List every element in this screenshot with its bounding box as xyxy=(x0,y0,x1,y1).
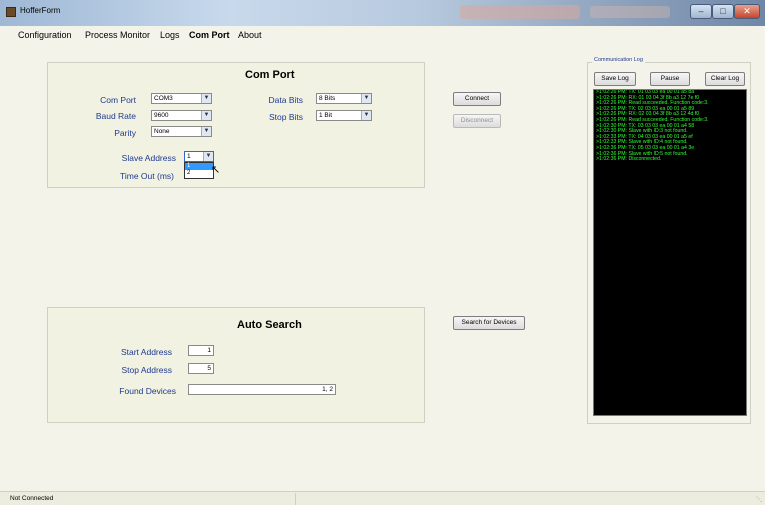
dropdown-option-1[interactable]: 1 xyxy=(185,163,213,170)
menu-about[interactable]: About xyxy=(238,30,262,40)
menu-bar: Configuration Process Monitor Logs Com P… xyxy=(0,26,765,44)
chevron-down-icon: ▼ xyxy=(201,127,211,136)
baud-rate-label: Baud Rate xyxy=(95,111,136,121)
data-bits-value: 8 Bits xyxy=(319,95,336,102)
stop-bits-label: Stop Bits xyxy=(268,112,303,122)
chevron-down-icon: ▼ xyxy=(201,94,211,103)
connection-status: Not Connected xyxy=(10,495,54,502)
data-bits-select[interactable]: 8 Bits ▼ xyxy=(316,93,372,104)
status-bar: Not Connected ⋱ xyxy=(0,491,765,505)
timeout-label: Time Out (ms) xyxy=(120,171,174,181)
resize-grip-icon[interactable]: ⋱ xyxy=(756,496,762,503)
stop-address-input[interactable]: 5 xyxy=(188,363,214,374)
close-icon[interactable]: ✕ xyxy=(734,4,760,19)
maximize-icon[interactable]: □ xyxy=(712,4,734,19)
mouse-cursor-icon: ↖ xyxy=(211,164,221,176)
title-bar: HofferForm – □ ✕ xyxy=(0,0,765,26)
slave-address-dropdown: 1 2 xyxy=(184,162,214,179)
menu-logs[interactable]: Logs xyxy=(160,30,180,40)
baud-rate-select[interactable]: 9600 ▼ xyxy=(151,110,212,121)
minimize-icon[interactable]: – xyxy=(690,4,712,19)
search-devices-button[interactable]: Search for Devices xyxy=(453,316,525,330)
found-devices-field[interactable]: 1, 2 xyxy=(188,384,336,395)
found-devices-label: Found Devices xyxy=(119,386,176,396)
communication-log-legend: Communication Log xyxy=(592,57,645,63)
disconnect-button[interactable]: Disconnect xyxy=(453,114,501,128)
app-window: HofferForm – □ ✕ Configuration Process M… xyxy=(0,0,765,505)
save-log-button[interactable]: Save Log xyxy=(594,72,636,86)
pause-button[interactable]: Pause xyxy=(650,72,690,86)
parity-select[interactable]: None ▼ xyxy=(151,126,212,137)
stop-bits-select[interactable]: 1 Bit ▼ xyxy=(316,110,372,121)
log-line: >1:02:36 PM: Disconnected. xyxy=(596,156,662,163)
data-bits-label: Data Bits xyxy=(268,95,304,105)
com-port-select[interactable]: COM3 ▼ xyxy=(151,93,212,104)
app-icon xyxy=(6,7,16,17)
chevron-down-icon: ▼ xyxy=(361,111,371,120)
chevron-down-icon: ▼ xyxy=(203,152,213,161)
com-port-title: Com Port xyxy=(245,69,295,81)
stop-bits-value: 1 Bit xyxy=(319,112,333,119)
taskbar-blur-2 xyxy=(590,6,670,18)
clear-log-button[interactable]: Clear Log xyxy=(705,72,745,86)
communication-log-output[interactable]: >1:02:26 PM: TX: 01 03 03 ea 00 01 a5 ba… xyxy=(593,89,747,416)
slave-address-label: Slave Address xyxy=(121,153,176,163)
slave-address-select[interactable]: 1 ▼ xyxy=(184,151,214,162)
chevron-down-icon: ▼ xyxy=(201,111,211,120)
menu-process-monitor[interactable]: Process Monitor xyxy=(85,30,150,40)
com-port-label: Com Port xyxy=(100,95,136,105)
auto-search-title: Auto Search xyxy=(237,319,302,331)
start-address-label: Start Address xyxy=(120,347,172,357)
chevron-down-icon: ▼ xyxy=(361,94,371,103)
com-port-value: COM3 xyxy=(154,95,173,102)
menu-com-port[interactable]: Com Port xyxy=(189,30,230,40)
parity-label: Parity xyxy=(114,128,136,138)
parity-value: None xyxy=(154,128,170,135)
window-title: HofferForm xyxy=(20,6,61,15)
start-address-input[interactable]: 1 xyxy=(188,345,214,356)
status-divider xyxy=(295,493,296,505)
stop-address-label: Stop Address xyxy=(121,365,172,375)
menu-configuration[interactable]: Configuration xyxy=(18,30,72,40)
slave-address-value: 1 xyxy=(187,153,191,160)
baud-rate-value: 9600 xyxy=(154,112,169,119)
com-port-panel xyxy=(47,62,425,188)
connect-button[interactable]: Connect xyxy=(453,92,501,106)
taskbar-blur xyxy=(460,5,580,19)
dropdown-option-2[interactable]: 2 xyxy=(185,170,213,177)
